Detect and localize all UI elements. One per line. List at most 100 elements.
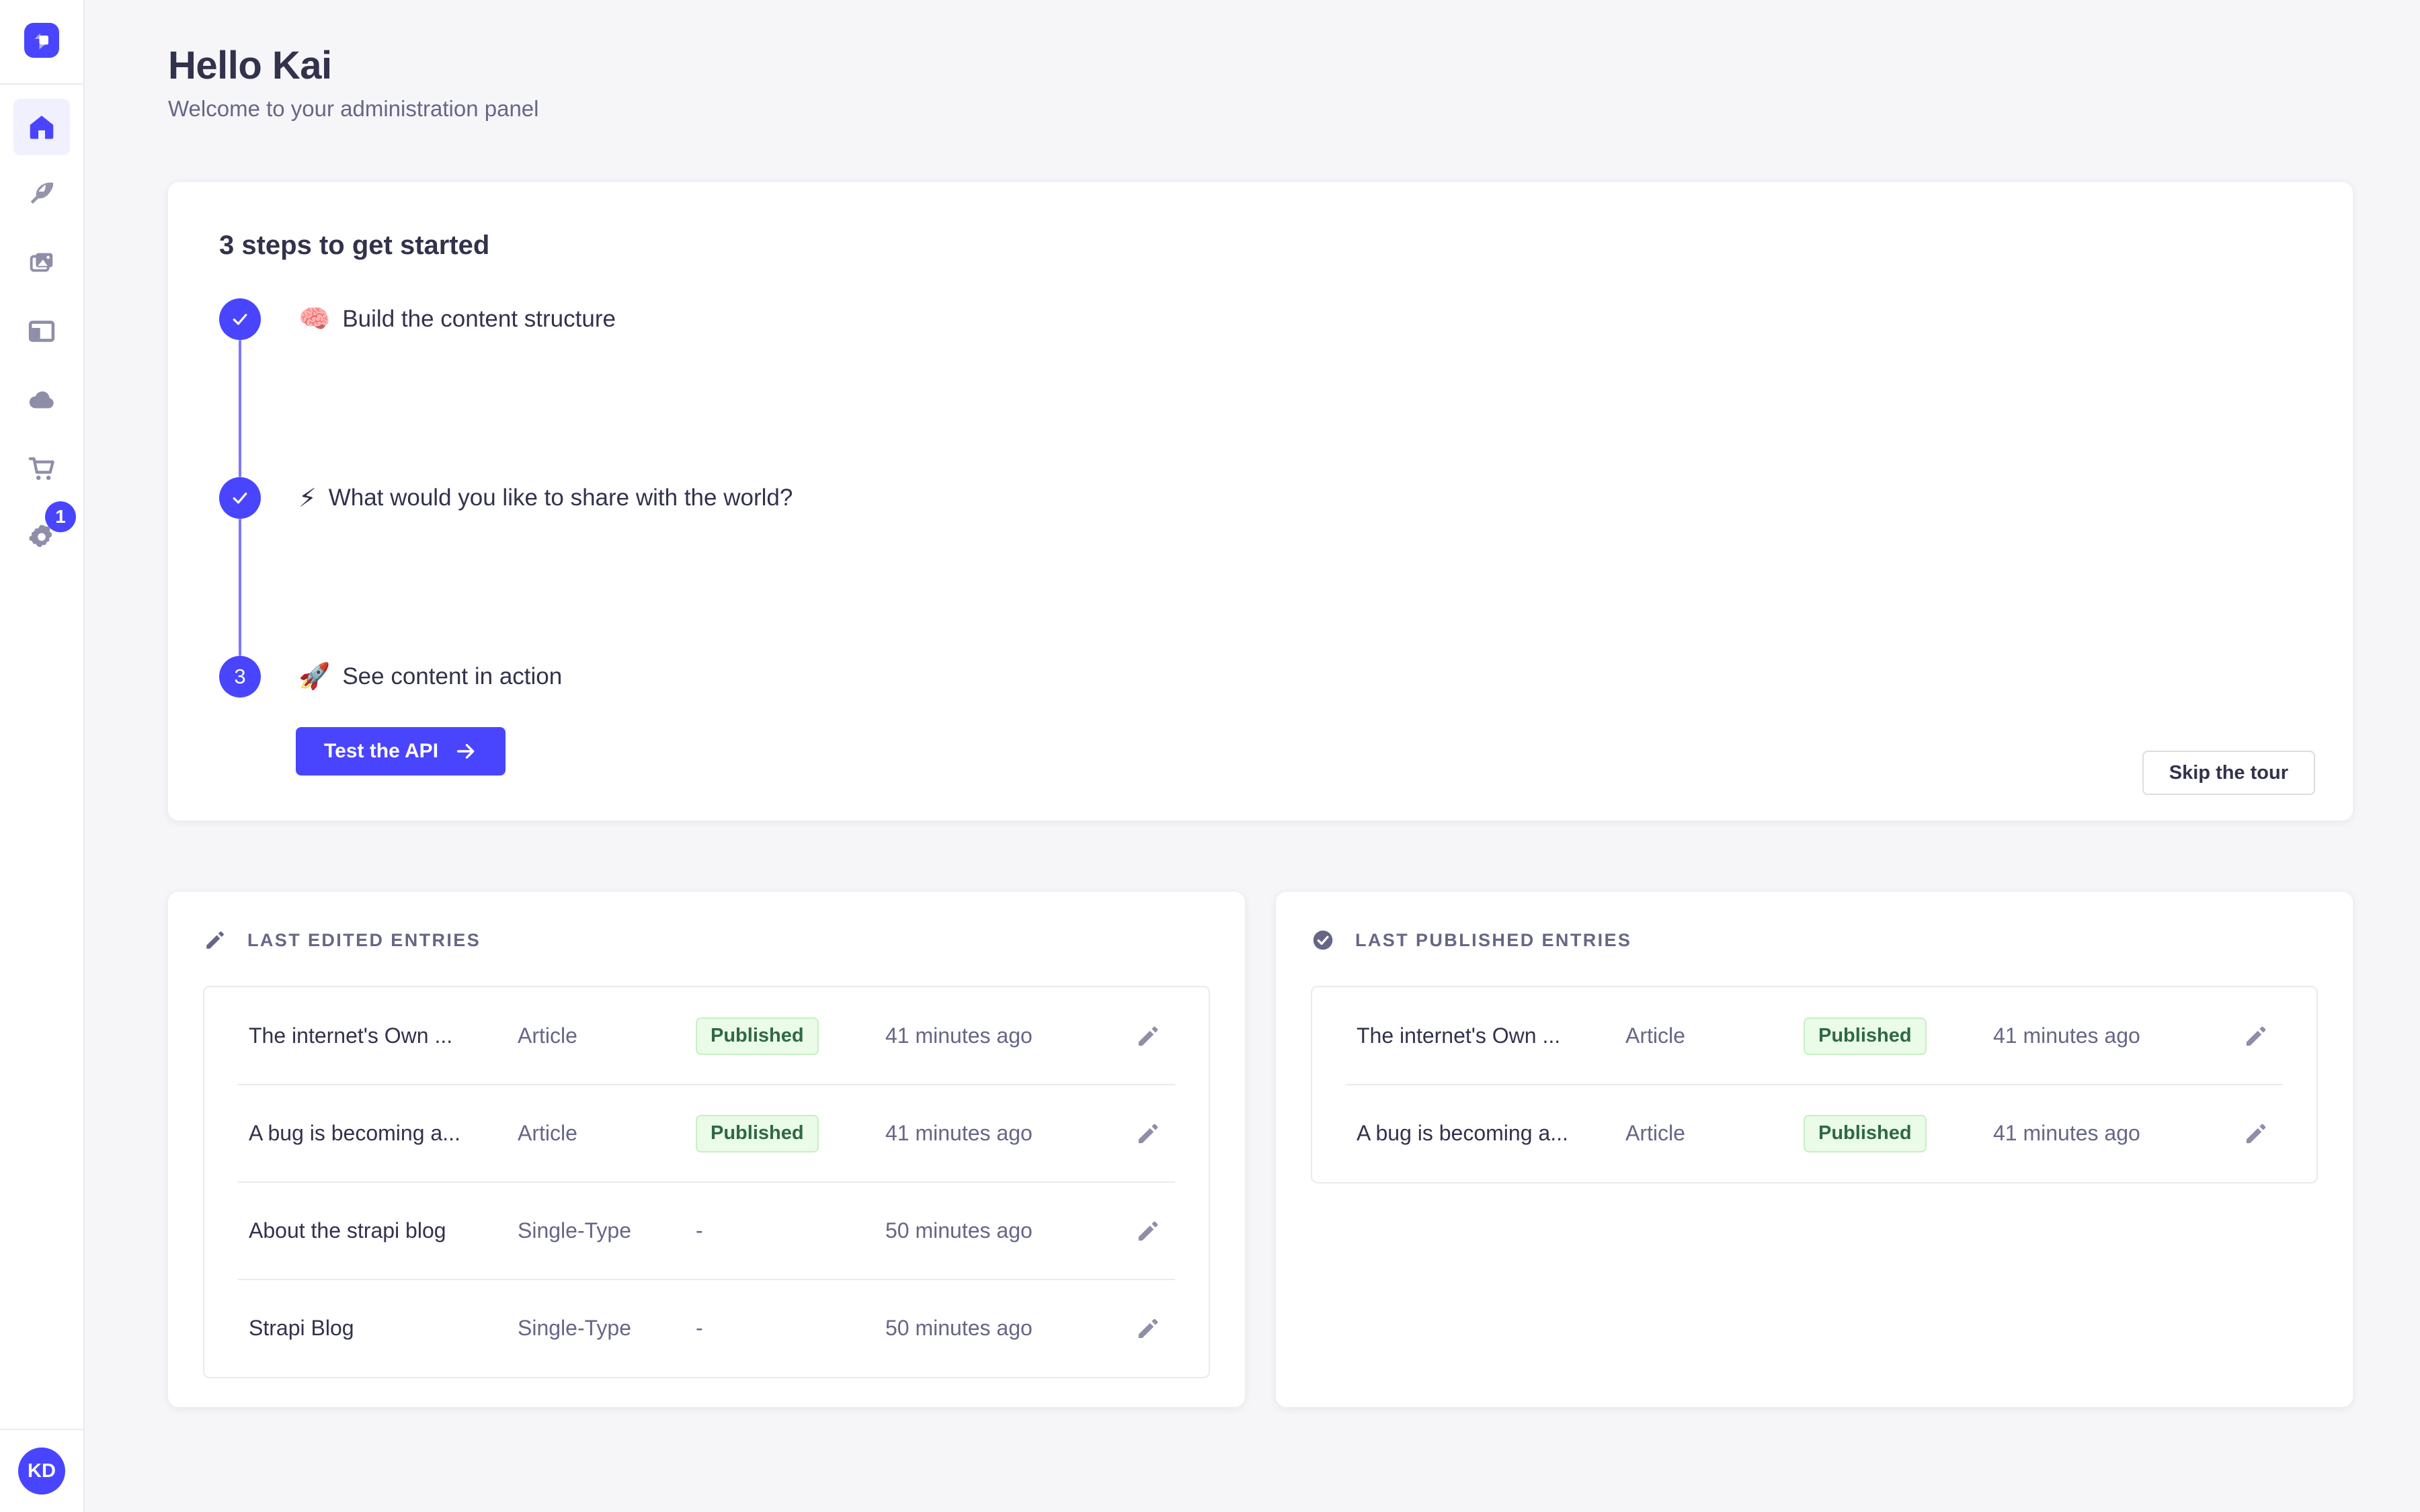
table-row: The internet's Own ... Article Published… xyxy=(1312,987,2316,1085)
step-done-bullet xyxy=(219,477,261,519)
check-circle-icon xyxy=(1311,928,1335,952)
step-text: Build the content structure xyxy=(342,306,616,333)
brain-emoji: 🧠 xyxy=(298,304,330,334)
step-build-content-structure: 🧠 Build the content structure xyxy=(219,298,2304,340)
entry-type: Article xyxy=(1625,1023,1804,1048)
cta-row: Test the API xyxy=(296,727,2304,775)
sidebar-item-content-manager[interactable] xyxy=(25,177,58,211)
step-see-content-in-action: 3 🚀 See content in action xyxy=(219,656,2304,698)
edit-entry-button[interactable] xyxy=(1132,1312,1164,1345)
last-published-entries-panel: LAST PUBLISHED ENTRIES The internet's Ow… xyxy=(1276,892,2353,1407)
sidebar-item-settings[interactable]: 1 xyxy=(25,520,58,554)
pencil-icon xyxy=(2243,1023,2269,1050)
entry-title: A bug is becoming a... xyxy=(249,1121,518,1146)
entry-title: The internet's Own ... xyxy=(249,1023,518,1048)
check-icon xyxy=(230,488,250,508)
step-number-bullet: 3 xyxy=(219,656,261,698)
status-value: - xyxy=(696,1316,703,1341)
panel-header: LAST EDITED ENTRIES xyxy=(203,928,1210,952)
table-row: Strapi Blog Single-Type - 50 minutes ago xyxy=(204,1279,1209,1377)
sidebar-item-marketplace[interactable] xyxy=(25,452,58,485)
table-row: A bug is becoming a... Article Published… xyxy=(204,1085,1209,1182)
pencil-icon xyxy=(1135,1120,1162,1147)
edit-entry-button[interactable] xyxy=(2240,1118,2272,1150)
edit-entry-button[interactable] xyxy=(2240,1020,2272,1052)
main-content: Hello Kai Welcome to your administration… xyxy=(85,0,2420,1512)
step-text: What would you like to share with the wo… xyxy=(329,485,793,511)
entry-type: Single-Type xyxy=(518,1218,696,1243)
home-icon xyxy=(26,112,57,142)
status-badge: Published xyxy=(1804,1017,1927,1055)
sidebar-item-media-library[interactable] xyxy=(25,246,58,280)
test-the-api-button[interactable]: Test the API xyxy=(296,727,506,775)
pencil-icon xyxy=(203,928,227,952)
status-badge: Published xyxy=(696,1115,819,1152)
sidebar-nav: 1 xyxy=(0,85,83,554)
entry-title: A bug is becoming a... xyxy=(1357,1121,1625,1146)
cloud-icon xyxy=(26,384,57,415)
table-row: A bug is becoming a... Article Published… xyxy=(1312,1085,2316,1182)
last-edited-table: The internet's Own ... Article Published… xyxy=(203,986,1210,1378)
sidebar: 1 KD xyxy=(0,0,85,1512)
entry-time: 41 minutes ago xyxy=(1993,1023,2240,1048)
entry-type: Article xyxy=(1625,1121,1804,1146)
step-label: 🧠 Build the content structure xyxy=(298,304,616,334)
entry-title: About the strapi blog xyxy=(249,1218,518,1243)
cart-icon xyxy=(26,453,57,484)
edit-entry-button[interactable] xyxy=(1132,1118,1164,1150)
user-avatar[interactable]: KD xyxy=(18,1447,65,1495)
arrow-right-icon xyxy=(454,740,477,763)
strapi-admin-app: 1 KD Hello Kai Welcome to your administr… xyxy=(0,0,2420,1512)
sidebar-item-home[interactable] xyxy=(13,99,70,155)
skip-the-tour-button[interactable]: Skip the tour xyxy=(2142,751,2315,795)
pencil-icon xyxy=(1135,1315,1162,1342)
feather-icon xyxy=(26,179,57,210)
last-published-table: The internet's Own ... Article Published… xyxy=(1311,986,2318,1183)
entry-time: 41 minutes ago xyxy=(1993,1121,2240,1146)
last-edited-entries-panel: LAST EDITED ENTRIES The internet's Own .… xyxy=(168,892,1245,1407)
status-value: - xyxy=(696,1218,703,1243)
entry-title: The internet's Own ... xyxy=(1357,1023,1625,1048)
page-title: Hello Kai xyxy=(168,43,2353,88)
step-text: See content in action xyxy=(342,663,562,690)
entry-type: Article xyxy=(518,1121,696,1146)
media-library-icon xyxy=(26,247,57,278)
sidebar-item-cloud[interactable] xyxy=(25,383,58,417)
rocket-emoji: 🚀 xyxy=(298,662,330,691)
entry-time: 41 minutes ago xyxy=(885,1121,1132,1146)
step-done-bullet xyxy=(219,298,261,340)
edit-entry-button[interactable] xyxy=(1132,1215,1164,1247)
entry-title: Strapi Blog xyxy=(249,1316,518,1341)
strapi-logo[interactable] xyxy=(24,23,59,58)
pencil-icon xyxy=(1135,1023,1162,1050)
step-share-with-world: ⚡ What would you like to share with the … xyxy=(219,477,2304,519)
panel-title: LAST PUBLISHED ENTRIES xyxy=(1355,930,1631,951)
entry-time: 50 minutes ago xyxy=(885,1218,1132,1243)
entry-type: Article xyxy=(518,1023,696,1048)
entry-time: 41 minutes ago xyxy=(885,1023,1132,1048)
table-row: About the strapi blog Single-Type - 50 m… xyxy=(204,1182,1209,1279)
pencil-icon xyxy=(2243,1120,2269,1147)
entry-type: Single-Type xyxy=(518,1316,696,1341)
sidebar-item-content-type-builder[interactable] xyxy=(25,314,58,348)
strapi-logo-icon xyxy=(30,29,53,52)
onboarding-card: 3 steps to get started 🧠 Build the conte… xyxy=(168,182,2353,821)
lightning-emoji: ⚡ xyxy=(298,483,317,513)
panel-header: LAST PUBLISHED ENTRIES xyxy=(1311,928,2318,952)
entry-time: 50 minutes ago xyxy=(885,1316,1132,1341)
step-connector xyxy=(239,519,241,656)
panel-title: LAST EDITED ENTRIES xyxy=(247,930,481,951)
pencil-icon xyxy=(1135,1218,1162,1245)
check-icon xyxy=(230,309,250,329)
settings-notification-badge: 1 xyxy=(45,501,76,532)
status-badge: Published xyxy=(1804,1115,1927,1152)
status-badge: Published xyxy=(696,1017,819,1055)
edit-entry-button[interactable] xyxy=(1132,1020,1164,1052)
table-row: The internet's Own ... Article Published… xyxy=(204,987,1209,1085)
step-connector xyxy=(239,340,241,477)
sidebar-footer: KD xyxy=(0,1429,83,1512)
step-label: 🚀 See content in action xyxy=(298,662,562,691)
layout-icon xyxy=(26,316,57,347)
onboarding-steps: 🧠 Build the content structure ⚡ What wou… xyxy=(219,298,2304,775)
onboarding-title: 3 steps to get started xyxy=(219,230,2304,261)
